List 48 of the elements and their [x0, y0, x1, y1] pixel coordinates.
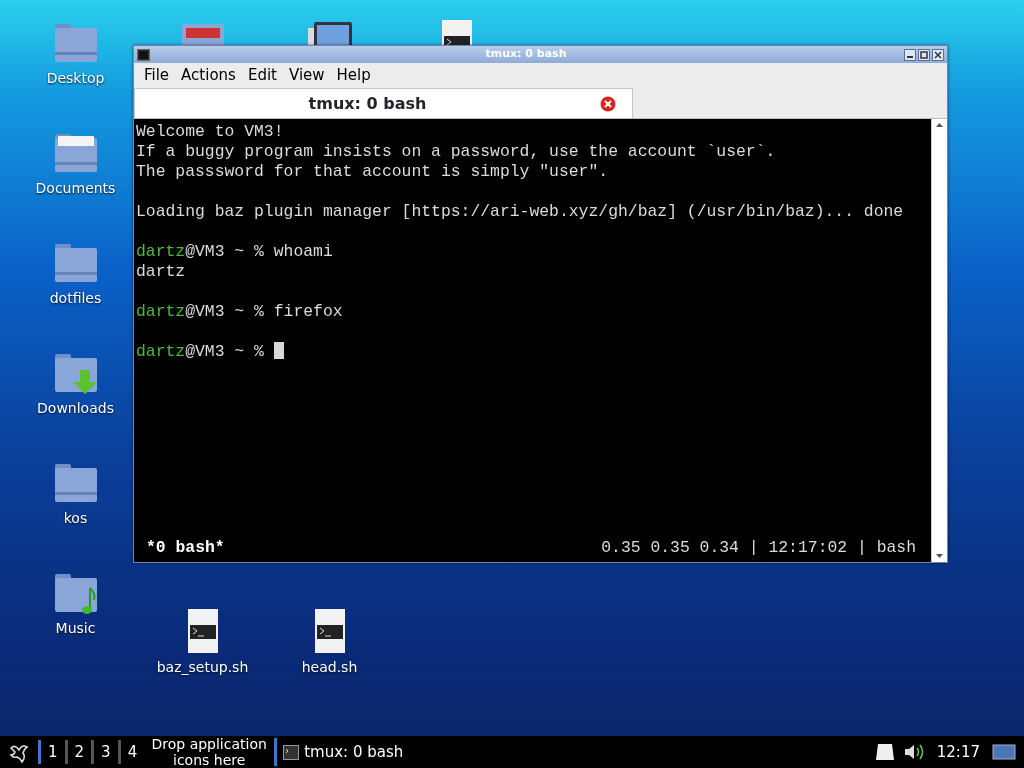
command-line: @VM3 ~ % whoami [185, 242, 333, 261]
icon-label[interactable]: Downloads [37, 398, 114, 419]
menu-item[interactable]: Help [330, 64, 377, 87]
icon-label[interactable]: baz_setup.sh [156, 657, 249, 678]
output-line: Loading baz plugin manager [https://ari-web.xyz/gh/baz] (/usr/bin/baz)... done [136, 202, 904, 221]
workspace-button[interactable]: 1 [38, 740, 65, 764]
tmux-status-text: 0.35 0.35 0.34 | 12:17:02 | bash [601, 538, 916, 558]
prompt-user: dartz [136, 242, 186, 261]
clock[interactable]: 12:17 [932, 740, 984, 764]
tmux-window-label: *0 bash* [146, 538, 225, 558]
terminal-icon [283, 744, 300, 760]
minimize-button[interactable] [904, 48, 916, 61]
removable-drive-icon[interactable] [874, 743, 895, 761]
icon-label[interactable]: kos [63, 508, 88, 529]
menu-item[interactable]: View [282, 64, 331, 87]
workspace-button[interactable]: 3 [91, 740, 118, 764]
taskbar-task-button[interactable]: tmux: 0 bash [274, 738, 410, 766]
icon-label[interactable]: dotfiles [49, 288, 102, 309]
close-icon [933, 49, 943, 60]
volume-icon[interactable] [902, 742, 925, 762]
workspace-button[interactable]: 2 [64, 740, 92, 764]
tab[interactable]: tmux: 0 bash [134, 88, 633, 118]
tab-label: tmux: 0 bash [307, 92, 428, 115]
output-line: Welcome to VM3! [136, 122, 284, 141]
menu-item[interactable]: Actions [175, 64, 242, 87]
monitor-icon[interactable] [992, 743, 1016, 761]
command-line: @VM3 ~ % [185, 342, 265, 361]
drop-zone-hint: Drop application icons here [150, 736, 268, 768]
output-line: dartz [136, 262, 186, 281]
icon-label[interactable]: Documents [35, 178, 116, 199]
close-tab-icon[interactable] [600, 95, 616, 112]
maximize-icon [919, 49, 929, 60]
icon-label[interactable]: head.sh [301, 657, 358, 678]
output-line: If a buggy program insists on a password, use the account `user`. [136, 142, 776, 161]
scrollbar[interactable] [931, 119, 947, 562]
menu-item[interactable]: Edit [241, 64, 283, 87]
terminal-icon[interactable] [137, 48, 150, 61]
icon-label[interactable]: Music [55, 618, 96, 639]
prompt-user: dartz [136, 342, 186, 361]
prompt-user: dartz [136, 302, 186, 321]
command-line: @VM3 ~ % firefox [185, 302, 343, 321]
menu-item[interactable]: File [138, 64, 176, 87]
minimize-icon [907, 56, 913, 58]
workspace-button[interactable]: 4 [117, 740, 145, 764]
maximize-button[interactable] [918, 48, 930, 61]
window-title: tmux: 0 bash [484, 46, 568, 63]
close-button[interactable] [932, 48, 944, 61]
output-line: The passsword for that account is simply "user". [136, 162, 609, 181]
